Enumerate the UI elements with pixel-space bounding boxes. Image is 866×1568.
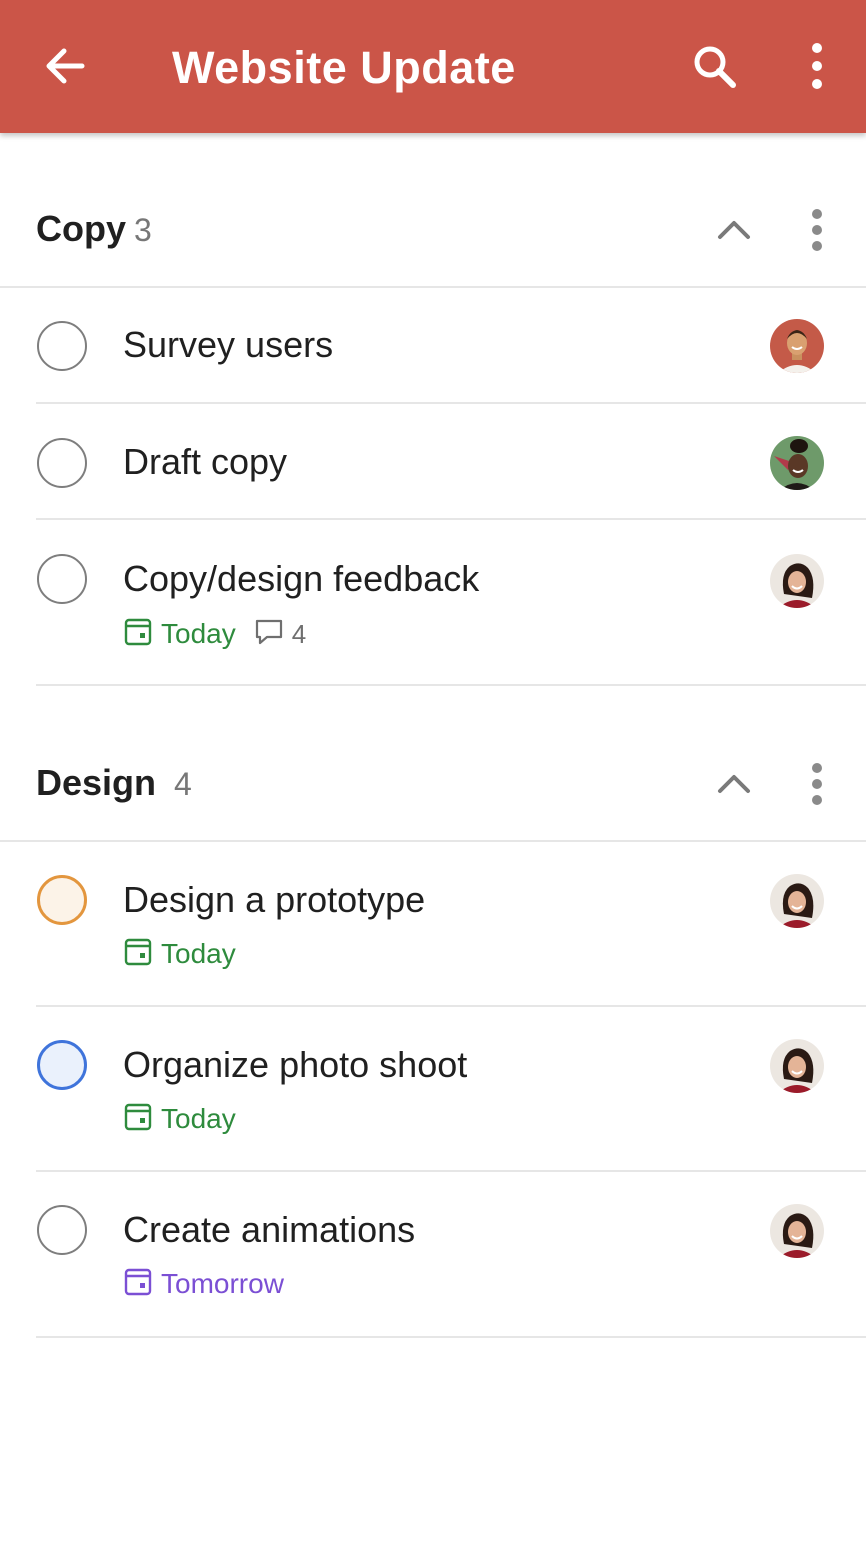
task-meta: Today 4: [124, 617, 306, 651]
task-item[interactable]: Draft copy: [0, 404, 866, 520]
comment-icon: [254, 617, 284, 652]
app-bar: Website Update: [0, 0, 866, 133]
task-title: Organize photo shoot: [123, 1044, 468, 1085]
task-checkbox[interactable]: [37, 1040, 87, 1090]
task-item[interactable]: Organize photo shoot Today: [0, 1007, 866, 1172]
task-checkbox[interactable]: [37, 1205, 87, 1255]
assignee-avatar[interactable]: [770, 436, 824, 490]
task-title: Design a prototype: [123, 879, 426, 920]
task-checkbox[interactable]: [37, 438, 87, 488]
due-date: Today: [161, 618, 236, 649]
assignee-avatar[interactable]: [770, 1204, 824, 1258]
task-meta: Tomorrow: [124, 1267, 284, 1301]
section-name: Design: [36, 762, 157, 803]
assignee-avatar[interactable]: [770, 554, 824, 608]
section-count: 4: [174, 766, 192, 802]
section-count: 3: [134, 212, 152, 248]
section-more-icon[interactable]: [796, 202, 838, 258]
task-meta: Today: [124, 937, 236, 971]
comment-count: 4: [291, 618, 307, 649]
page-title: Website Update: [172, 42, 516, 93]
task-title: Create animations: [123, 1209, 416, 1250]
task-item[interactable]: Copy/design feedback Today 4: [0, 520, 866, 686]
task-item[interactable]: Design a prototype Today: [0, 842, 866, 1007]
task-item[interactable]: Create animations Tomorrow: [0, 1172, 866, 1338]
calendar-icon: [124, 1268, 152, 1301]
assignee-avatar[interactable]: [770, 874, 824, 928]
section-header-copy: Copy 3: [0, 180, 866, 280]
search-icon[interactable]: [686, 38, 742, 94]
task-divider: [36, 684, 866, 686]
section-header-design: Design 4: [0, 734, 866, 834]
assignee-avatar[interactable]: [770, 1039, 824, 1093]
assignee-avatar[interactable]: [770, 319, 824, 373]
due-date: Today: [161, 938, 236, 969]
due-date: Today: [161, 1103, 236, 1134]
task-checkbox[interactable]: [37, 321, 87, 371]
back-arrow-icon[interactable]: [38, 38, 94, 94]
more-vertical-icon[interactable]: [796, 38, 838, 94]
calendar-icon: [124, 618, 152, 651]
task-divider: [36, 1336, 866, 1338]
task-title: Draft copy: [123, 441, 288, 482]
chevron-up-icon[interactable]: [712, 762, 756, 806]
due-date: Tomorrow: [161, 1268, 284, 1299]
calendar-icon: [124, 938, 152, 971]
task-checkbox[interactable]: [37, 875, 87, 925]
task-meta: Today: [124, 1102, 236, 1136]
task-checkbox[interactable]: [37, 554, 87, 604]
chevron-up-icon[interactable]: [712, 208, 756, 252]
calendar-icon: [124, 1103, 152, 1136]
task-title: Survey users: [123, 324, 334, 365]
task-item[interactable]: Survey users: [0, 288, 866, 404]
section-more-icon[interactable]: [796, 756, 838, 812]
task-title: Copy/design feedback: [123, 558, 480, 599]
section-name: Copy: [36, 208, 126, 249]
